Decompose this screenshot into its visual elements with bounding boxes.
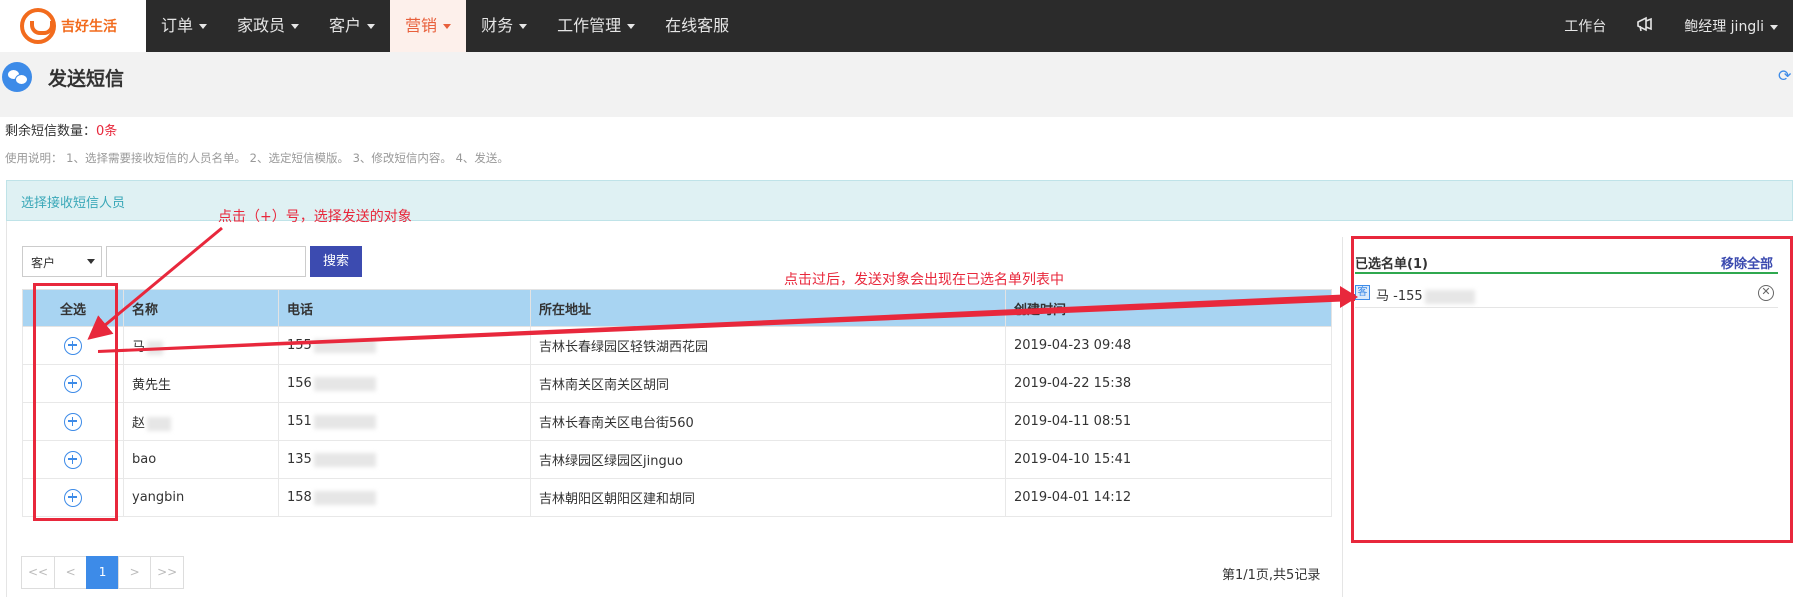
page: 吉好生活 订单 家政员 客户 营销 财务 工作管理 在线客服 工作台 鲍经理 j… (0, 0, 1793, 597)
arrow-to-selected-list (98, 294, 1355, 353)
arrow-head (1340, 286, 1358, 308)
arrow-to-add-icon (87, 226, 223, 340)
annotation-arrows (87, 226, 1358, 353)
